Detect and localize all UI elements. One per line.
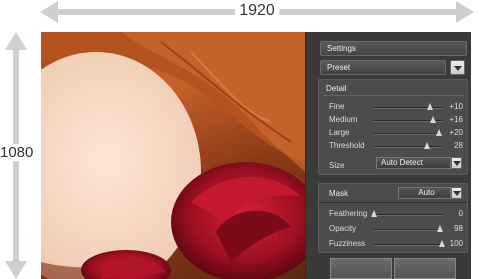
slider-label: Feathering — [329, 209, 368, 218]
slider-track[interactable] — [374, 225, 443, 232]
height-label: 1080 — [0, 144, 34, 161]
height-dimension: 1080 — [0, 32, 38, 279]
settings-header: Settings — [320, 41, 467, 56]
size-label: Size — [329, 161, 345, 170]
slider-label: Threshold — [329, 141, 365, 150]
width-label: 1920 — [235, 2, 279, 20]
slider-thumb[interactable] — [430, 116, 437, 123]
slider-value: +20 — [449, 128, 463, 137]
slider-value: 28 — [454, 141, 463, 150]
mask-title: Mask — [329, 189, 349, 198]
slider-value: +10 — [449, 102, 463, 111]
slider-value: 98 — [454, 224, 463, 233]
preview-swatch-right[interactable] — [394, 258, 456, 279]
mask-mode-arrow-icon[interactable] — [451, 187, 462, 199]
slider-thumb[interactable] — [426, 103, 433, 110]
mask-mode-select[interactable]: Auto — [398, 187, 451, 199]
detail-title: Detail — [326, 84, 347, 93]
slider-thumb[interactable] — [371, 210, 377, 217]
slider-track[interactable] — [374, 103, 442, 110]
mask-section: Mask Auto Feathering 0 Opacity 98 Fuzziness 1… — [318, 183, 468, 253]
detail-section: Detail Fine +10 Medium +16 Large +20 Threshold… — [318, 79, 468, 175]
width-dimension: 1920 — [40, 0, 474, 26]
slider-track[interactable] — [374, 116, 442, 123]
slider-label: Medium — [329, 115, 358, 124]
size-select-arrow-icon[interactable] — [451, 157, 462, 169]
slider-label: Fuzziness — [329, 239, 366, 248]
preview-swatch-left[interactable] — [330, 258, 392, 279]
slider-track[interactable] — [374, 142, 442, 149]
slider-track[interactable] — [374, 240, 445, 247]
slider-value: 100 — [449, 239, 463, 248]
slider-track[interactable] — [374, 129, 443, 136]
settings-panel: Settings Preset Detail Fine +10 Medium +16 L… — [305, 32, 471, 279]
slider-value: 0 — [458, 209, 463, 218]
slider-label: Large — [329, 128, 350, 137]
preset-dropdown[interactable]: Preset — [320, 60, 446, 75]
portrait-image — [41, 32, 305, 279]
photo-canvas[interactable] — [41, 32, 305, 279]
slider-thumb[interactable] — [424, 142, 431, 149]
preset-dropdown-arrow-icon[interactable] — [450, 60, 465, 75]
slider-thumb[interactable] — [436, 129, 443, 136]
slider-label: Fine — [329, 102, 345, 111]
slider-value: +16 — [449, 115, 463, 124]
size-select[interactable]: Auto Detect — [376, 157, 451, 169]
slider-track[interactable] — [371, 210, 442, 217]
slider-label: Opacity — [329, 224, 357, 233]
